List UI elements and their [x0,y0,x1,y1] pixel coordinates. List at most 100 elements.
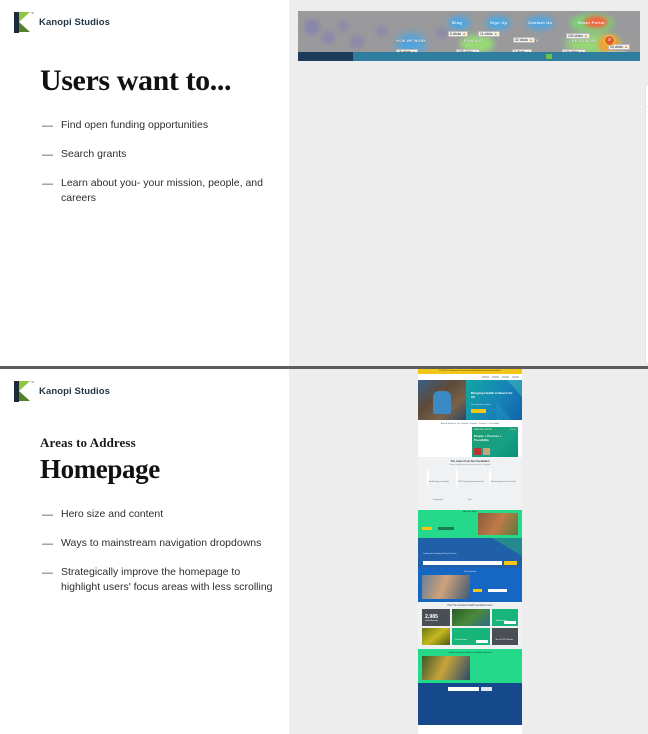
heatmap-top-label-grant-portal: Grant Portal [578,20,605,25]
warning-triangle-icon: ▲ [624,44,628,49]
homepage-screenshot: COVID-19 Response: Resources and Updates… [418,369,522,734]
stat-cell: See Our 2021 Results [492,627,518,645]
feature-circle-item[interactable]: Health Equity in Colorado Communities [423,468,454,505]
nav-item-placeholder[interactable] [482,376,489,378]
slide-divider [0,366,648,369]
list-item: — Hero size and content [42,507,277,523]
list-item: — Ways to mainstream navigation dropdown… [42,536,277,552]
feature-caption: 2021 Funding Opportunities Now Open [457,481,485,501]
slide2-bullet-list: — Hero size and content — Ways to mainst… [42,507,277,608]
trademark-symbol: ™ [30,11,34,16]
green-secondary-button[interactable] [438,526,455,530]
slide1-media-column: Blog Sign Up Contact Us Grant Portal HOW… [289,0,648,366]
click-count-chip: 11 clicks ▲ [478,31,500,37]
blue-primary-button[interactable] [473,588,482,592]
heatmap-top-label-contact: Contact Us [528,20,553,25]
story-section-heading: Collaborating to Create a Healthier Colo… [448,651,492,654]
bullet-text: Ways to mainstream navigation dropdowns [61,537,262,549]
blue-text-column [473,575,518,599]
green-section-heading: How We Work [463,511,477,513]
search-submit-button[interactable] [504,560,517,565]
bullet-dash-icon: — [42,178,53,190]
chip-text: 32 clicks [515,38,529,42]
stat-cell: Partner Stories [452,627,491,645]
story-photo [422,655,470,680]
list-item: — Find open funding opportunities [42,118,270,134]
feature-thumb [488,468,491,487]
footer-subscribe-button[interactable] [481,686,493,691]
brand-lockup: ™ Kanopi Studios [14,11,110,33]
nav-item-placeholder[interactable] [502,376,509,378]
blue-section-heading: Get Involved [463,570,477,573]
heatmap-nav-label-resources: RESOURCES [572,39,597,43]
kanopi-k-logo-icon: ™ [14,380,34,402]
list-item: — Search grants [42,147,270,163]
stat-caption: Grants Awarded [425,619,438,622]
chip-text: 104 clicks [568,34,583,38]
homepage-footer [418,682,522,725]
featured-report-card[interactable]: FEATURED REPORT VOL 05 People + Process … [471,427,518,457]
blue-secondary-button[interactable] [488,588,508,592]
list-item: — Strategically improve the homepage to … [42,565,277,595]
nav-item-placeholder[interactable] [492,376,499,378]
heatmap-nav-label-how-we-work: HOW WE WORK [396,39,427,43]
homepage-grant-search-bar: Looking for Funding? Search Grants [418,538,522,568]
homepage-feature-section: The Latest from the Foundation News, ins… [418,457,522,510]
homepage-story-section: Collaborating to Create a Healthier Colo… [418,648,522,683]
homepage-get-involved-section: Get Involved [418,567,522,602]
click-count-chip: 32 clicks ▲ [513,37,535,43]
footer-subscribe [447,686,493,721]
story-text-column [473,656,518,680]
bullet-dash-icon: — [42,567,53,579]
stat-cell: Total Invested [492,608,518,626]
feature-circle-item[interactable]: 2021 Funding Opportunities Now Open [455,468,486,505]
report-text-column [422,427,468,457]
presentation-page: ™ Kanopi Studios Users want to... — Find… [0,0,648,734]
feature-thumb [426,468,429,487]
bullet-dash-icon: — [42,120,53,132]
slide2-headline: Homepage [40,454,160,484]
chip-text: 11 clicks [480,32,493,36]
footer-links-column [422,687,444,721]
bullet-text: Learn about you- your mission, people, a… [61,177,263,204]
slide1-bullet-list: — Find open funding opportunities — Sear… [42,118,270,219]
slide1-headline: Users want to... [40,64,232,97]
brand-name: Kanopi Studios [39,16,111,28]
heatmap-top-label-signup: Sign Up [490,20,508,25]
homepage-intro-caption: A Few Words of Our Quarter: People + Pro… [418,420,522,427]
homepage-report-row: FEATURED REPORT VOL 05 People + Process … [418,427,522,457]
heatmap-nav-label-funding: FUNDING [464,39,482,43]
bullet-text: Search grants [61,148,127,160]
bullet-text: Strategically improve the homepage to hi… [61,566,273,593]
feature-circle-item[interactable]: Stories of Impact from the Field [487,468,518,505]
green-primary-button[interactable] [422,526,432,530]
blue-section-photo [422,574,470,599]
warning-triangle-icon: ▲ [529,37,533,42]
stat-cell-button[interactable] [503,620,516,624]
hero-cta-button[interactable] [470,409,486,413]
bullet-text: Hero size and content [61,508,164,520]
green-section-photo [477,513,518,535]
stat-caption: See Our 2021 Results [495,638,514,641]
heatmap-top-label-blog: Blog [452,20,463,25]
footer-email-input[interactable] [447,686,480,691]
bullet-dash-icon: — [42,149,53,161]
nav-item-placeholder[interactable] [512,376,519,378]
search-input[interactable] [423,560,502,565]
list-item: — Learn about you- your mission, people,… [42,176,270,206]
homepage-how-we-work-section: How We Work [418,510,522,538]
hero-photo [418,380,466,420]
search-bar-label: Looking for Funding? Search Grants [423,553,457,555]
slide1-text-column: ™ Kanopi Studios Users want to... — Find… [0,0,289,366]
feature-heading: The Latest from the Foundation [450,460,490,463]
bullet-text: Find open funding opportunities [61,119,209,131]
stat-cell-button[interactable] [476,639,489,643]
slide2-eyebrow: Areas to Address [40,435,136,450]
hero-title: Bringing Health in Reach for All [470,391,513,399]
feature-caption: Health Equity in Colorado Communities [428,481,450,501]
click-count-chip: 6 clicks ▲ [448,31,469,37]
brand-name: Kanopi Studios [39,385,111,397]
warning-triangle-icon: ▲ [493,31,498,36]
feature-thumb [455,468,458,487]
chip-text: 43 clicks [610,45,624,49]
